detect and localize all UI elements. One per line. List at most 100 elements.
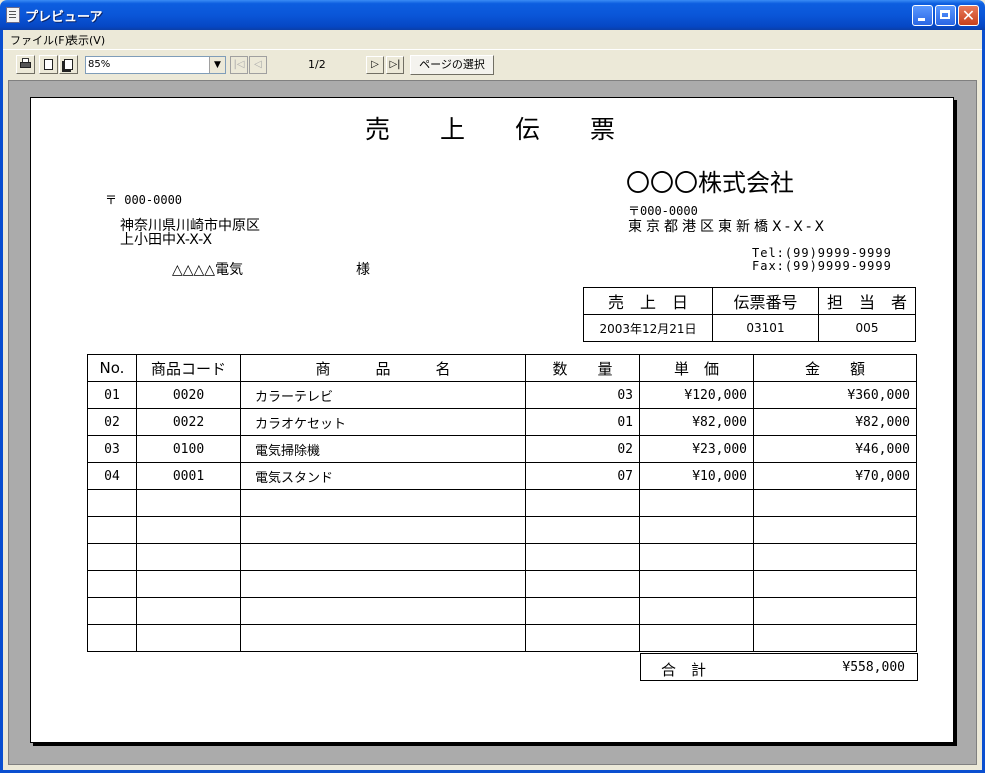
cell-qty bbox=[525, 543, 640, 571]
company-fax: Fax:(99)9999-9999 bbox=[752, 259, 892, 273]
customer-zip: 〒 000-0000 bbox=[105, 193, 183, 207]
cell-name bbox=[240, 597, 526, 625]
cell-price bbox=[639, 543, 754, 571]
last-page-button[interactable]: ▷| bbox=[386, 56, 404, 74]
maximize-button[interactable] bbox=[935, 5, 956, 26]
zoom-value: 85% bbox=[88, 59, 111, 70]
print-button[interactable] bbox=[16, 55, 35, 74]
table-row bbox=[87, 624, 917, 652]
table-row bbox=[87, 597, 917, 625]
cell-no: 03 bbox=[87, 435, 137, 463]
single-page-button[interactable] bbox=[39, 55, 58, 74]
title-bar[interactable]: プレビューア ✕ bbox=[0, 0, 985, 30]
cell-name bbox=[240, 570, 526, 598]
company-address: 東京都港区東新橋X-X-X bbox=[628, 219, 829, 235]
cell-no bbox=[87, 597, 137, 625]
close-button[interactable]: ✕ bbox=[958, 5, 979, 26]
cell-no bbox=[87, 489, 137, 517]
page-select-button[interactable]: ページの選択 bbox=[410, 55, 494, 75]
cell-name bbox=[240, 516, 526, 544]
maximize-icon bbox=[940, 10, 950, 19]
table-row bbox=[87, 543, 917, 571]
cell-amount bbox=[753, 570, 917, 598]
cell-name: 電気スタンド bbox=[240, 462, 526, 490]
total-value: ¥558,000 bbox=[842, 660, 905, 675]
col-price: 単 価 bbox=[639, 354, 754, 382]
cell-no bbox=[87, 570, 137, 598]
cell-price: ¥120,000 bbox=[639, 381, 754, 409]
next-page-button[interactable]: ▷ bbox=[366, 56, 384, 74]
app-icon bbox=[6, 7, 20, 23]
table-row: 03 0100 電気掃除機 02 ¥23,000 ¥46,000 bbox=[87, 435, 917, 463]
info-header-date: 売 上 日 bbox=[583, 287, 713, 315]
cell-amount bbox=[753, 543, 917, 571]
cell-name bbox=[240, 543, 526, 571]
cell-amount bbox=[753, 624, 917, 652]
cell-price bbox=[639, 597, 754, 625]
slip-info-table: 売 上 日 伝票番号 担 当 者 2003年12月21日 03101 005 bbox=[583, 287, 916, 342]
cell-name: 電気掃除機 bbox=[240, 435, 526, 463]
cell-price bbox=[639, 516, 754, 544]
menu-view[interactable]: 表示(V) bbox=[67, 32, 105, 48]
cell-price bbox=[639, 489, 754, 517]
items-header-row: No. 商品コード 商 品 名 数 量 単 価 金 額 bbox=[87, 354, 917, 382]
cell-code: 0001 bbox=[136, 462, 241, 490]
single-page-icon bbox=[44, 59, 53, 70]
cell-no: 01 bbox=[87, 381, 137, 409]
table-row: 02 0022 カラオケセット 01 ¥82,000 ¥82,000 bbox=[87, 408, 917, 436]
menu-divider bbox=[3, 49, 982, 50]
cell-qty bbox=[525, 624, 640, 652]
first-page-icon: |◁ bbox=[233, 59, 245, 70]
cell-price bbox=[639, 624, 754, 652]
col-qty: 数 量 bbox=[525, 354, 640, 382]
prev-page-button[interactable]: ◁ bbox=[249, 56, 267, 74]
window-title: プレビューア bbox=[25, 10, 103, 25]
next-page-icon: ▷ bbox=[371, 59, 379, 70]
cell-qty: 02 bbox=[525, 435, 640, 463]
cell-code bbox=[136, 516, 241, 544]
cell-code bbox=[136, 597, 241, 625]
minimize-icon bbox=[918, 18, 925, 21]
customer-address-line2: 上小田中X-X-X bbox=[120, 232, 213, 248]
customer-address-line1: 神奈川県川崎市中原区 bbox=[120, 218, 260, 234]
table-row: 04 0001 電気スタンド 07 ¥10,000 ¥70,000 bbox=[87, 462, 917, 490]
close-icon: ✕ bbox=[961, 6, 976, 25]
two-page-button[interactable] bbox=[59, 55, 78, 74]
cell-name: カラーテレビ bbox=[240, 381, 526, 409]
company-name: 〇〇〇株式会社 bbox=[626, 169, 794, 197]
first-page-button[interactable]: |◁ bbox=[230, 56, 248, 74]
cell-price bbox=[639, 570, 754, 598]
info-header-staff: 担 当 者 bbox=[818, 287, 916, 315]
cell-qty bbox=[525, 489, 640, 517]
slip-title: 売 上 伝 票 bbox=[365, 115, 616, 144]
minimize-button[interactable] bbox=[912, 5, 933, 26]
customer-address: 神奈川県川崎市中原区 上小田中X-X-X bbox=[120, 219, 260, 247]
col-no: No. bbox=[87, 354, 137, 382]
col-amount: 金 額 bbox=[753, 354, 917, 382]
total-label: 合 計 bbox=[661, 661, 707, 679]
prev-page-icon: ◁ bbox=[254, 59, 262, 70]
menu-bar: ファイル(F) 表示(V) bbox=[3, 30, 982, 48]
cell-name: カラオケセット bbox=[240, 408, 526, 436]
cell-code: 0020 bbox=[136, 381, 241, 409]
total-box: 合 計 ¥558,000 bbox=[640, 653, 918, 681]
chevron-down-icon[interactable]: ▼ bbox=[209, 57, 225, 73]
customer-name: △△△△電気 bbox=[172, 262, 244, 278]
cell-qty bbox=[525, 516, 640, 544]
cell-amount bbox=[753, 489, 917, 517]
zoom-select[interactable]: 85% ▼ bbox=[85, 56, 226, 74]
table-row bbox=[87, 516, 917, 544]
printer-icon bbox=[20, 62, 31, 68]
cell-code: 0022 bbox=[136, 408, 241, 436]
cell-no: 04 bbox=[87, 462, 137, 490]
cell-name bbox=[240, 489, 526, 517]
info-number: 03101 bbox=[712, 314, 819, 342]
cell-price: ¥23,000 bbox=[639, 435, 754, 463]
cell-amount: ¥360,000 bbox=[753, 381, 917, 409]
info-staff: 005 bbox=[818, 314, 916, 342]
cell-code bbox=[136, 543, 241, 571]
cell-qty bbox=[525, 570, 640, 598]
cell-qty: 07 bbox=[525, 462, 640, 490]
menu-file[interactable]: ファイル(F) bbox=[10, 32, 69, 48]
cell-no bbox=[87, 516, 137, 544]
